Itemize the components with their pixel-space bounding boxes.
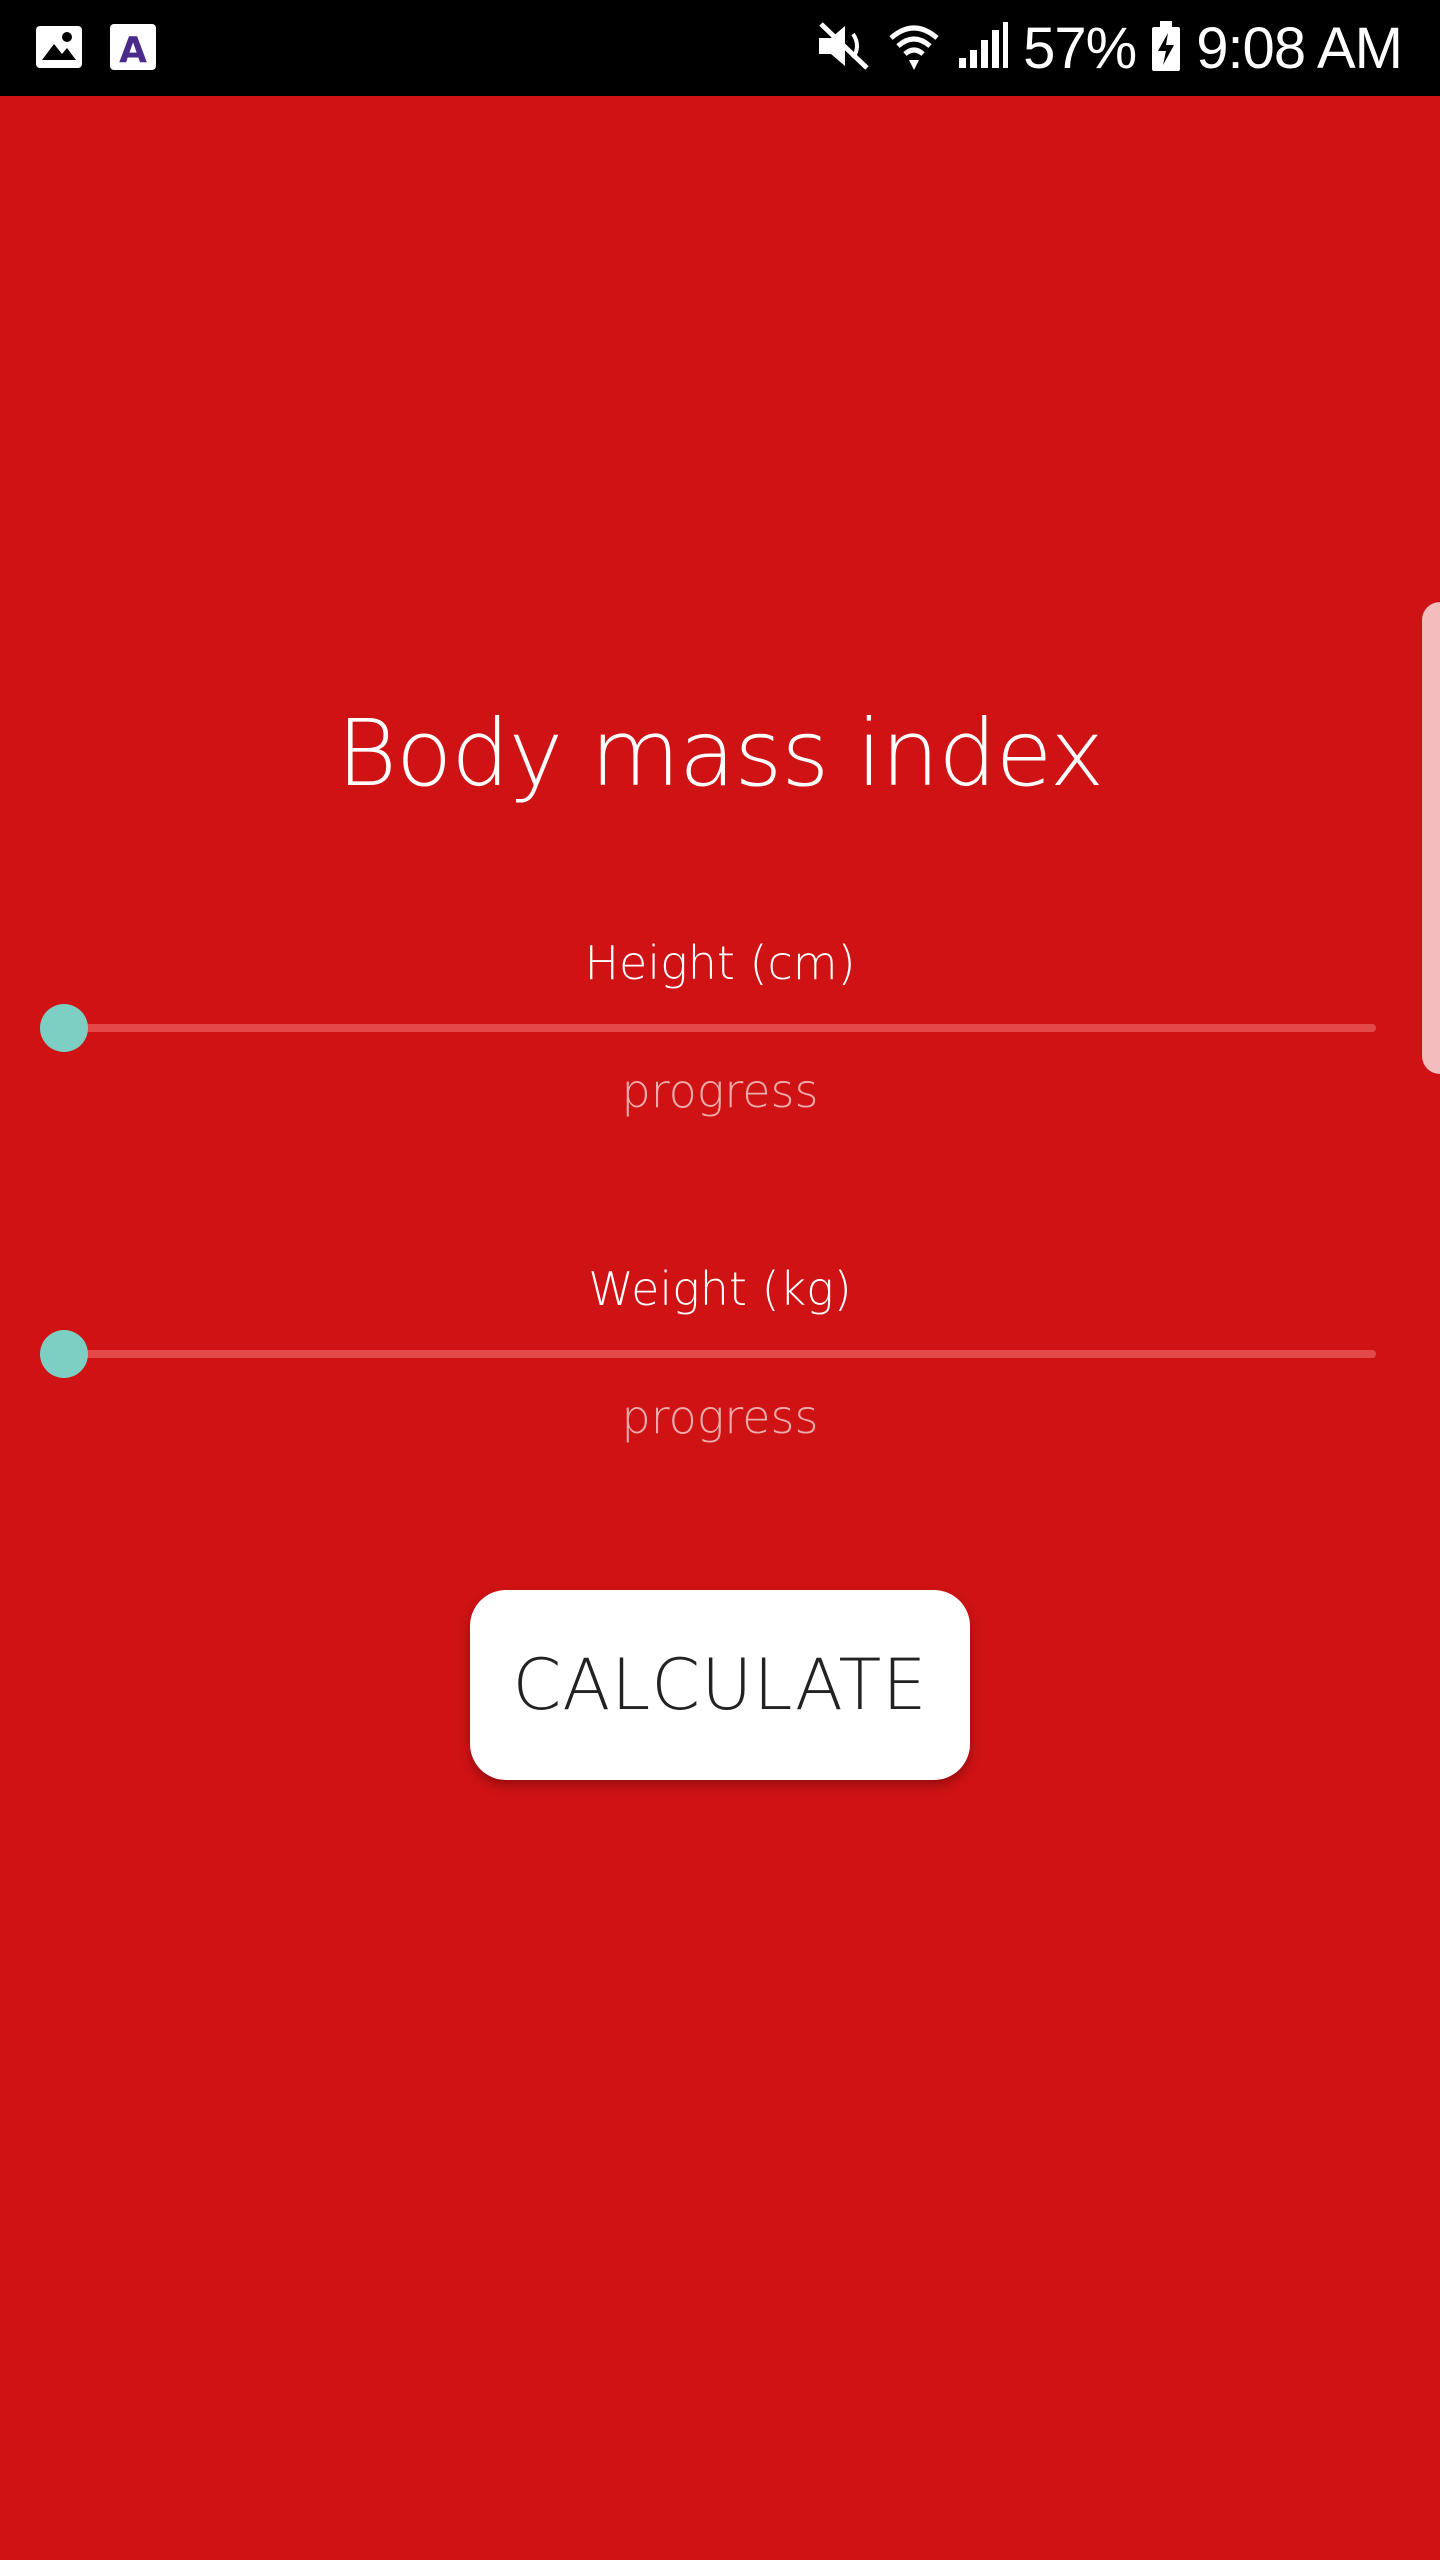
clock: 9:08 AM [1196,15,1403,81]
svg-text:A: A [119,30,147,71]
mute-icon [815,20,873,76]
weight-slider-track[interactable] [64,1350,1376,1358]
weight-value: progress [621,1390,819,1444]
calculate-button[interactable]: CALCULATE [470,1590,970,1780]
app-a-icon: A [110,22,156,76]
height-value: progress [621,1064,819,1118]
gallery-icon [34,22,84,76]
height-slider[interactable] [40,998,1376,1058]
height-slider-track[interactable] [64,1024,1376,1032]
battery-charging-icon [1150,19,1182,77]
wifi-icon [887,20,941,76]
weight-slider-thumb[interactable] [40,1330,88,1378]
status-bar: A 57% 9:08 AM [0,0,1440,96]
height-label: Height (cm) [584,936,856,990]
height-slider-thumb[interactable] [40,1004,88,1052]
edge-panel-handle[interactable] [1422,602,1440,1074]
weight-slider[interactable] [40,1324,1376,1384]
page-title: Body mass index [336,700,1104,807]
battery-percent: 57% [1023,15,1137,81]
weight-label: Weight (kg) [588,1262,852,1316]
signal-icon [955,20,1009,76]
